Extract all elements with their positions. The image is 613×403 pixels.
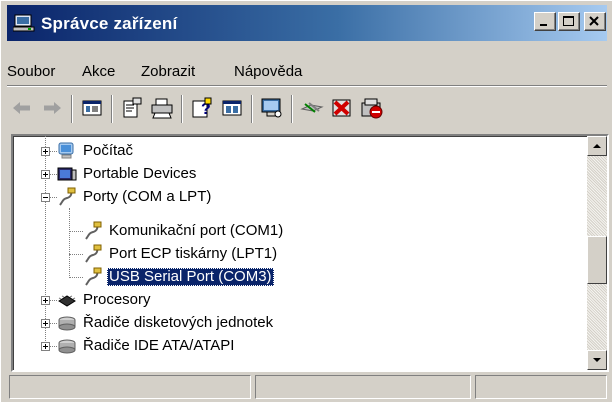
tree-node-label: Procesory — [83, 291, 151, 308]
device-manager-window: Správce zařízení Soubor Akce Zobrazit Ná… — [0, 0, 613, 403]
tree-connector — [49, 197, 57, 198]
toolbar-separator — [251, 95, 253, 123]
menu-bar: Soubor Akce Zobrazit Nápověda — [7, 53, 607, 81]
menu-zobrazit[interactable]: Zobrazit — [141, 63, 195, 80]
toolbar-separator — [111, 95, 113, 123]
status-bar — [9, 375, 609, 399]
tree-node-label: USB Serial Port (COM3) — [107, 268, 274, 286]
tree-node-label: Řadiče disketových jednotek — [83, 314, 274, 331]
disk-controller-icon — [58, 339, 76, 354]
back-icon[interactable] — [9, 95, 35, 121]
port-icon — [85, 267, 102, 286]
tree-connector — [49, 300, 57, 301]
window-title: Správce zařízení — [41, 14, 178, 33]
help-icon[interactable]: ? — [189, 95, 215, 121]
tree-connector — [69, 254, 83, 255]
menu-akce[interactable]: Akce — [82, 63, 115, 80]
toolbar-separator — [181, 95, 183, 123]
menu-soubor[interactable]: Soubor — [7, 63, 55, 80]
tree-node-label: Řadiče IDE ATA/ATAPI — [83, 337, 235, 354]
device-tree[interactable]: Počítač Portable Devices Porty (COM a LP… — [11, 134, 609, 372]
status-pane — [475, 375, 607, 399]
maximize-button[interactable] — [558, 12, 580, 31]
expand-toggle[interactable] — [41, 147, 50, 156]
disable-icon[interactable] — [359, 95, 385, 121]
device-manager-icon — [13, 14, 35, 32]
toolbar-separator — [71, 95, 73, 123]
maximize-icon — [563, 16, 574, 26]
collapse-toggle[interactable] — [41, 193, 50, 202]
scan-icon[interactable] — [259, 95, 285, 121]
print-icon[interactable] — [149, 95, 175, 121]
tree-node-label: Portable Devices — [83, 165, 197, 182]
uninstall-icon[interactable] — [329, 95, 355, 121]
view-icon[interactable] — [79, 95, 105, 121]
toolbar: ? — [7, 89, 607, 129]
portable-devices-icon — [57, 167, 77, 181]
minimize-button[interactable] — [534, 12, 556, 31]
disk-controller-icon — [58, 316, 76, 331]
minimize-icon — [540, 24, 547, 26]
scroll-down-button[interactable] — [587, 350, 607, 370]
properties-icon[interactable] — [119, 95, 145, 121]
close-icon — [589, 16, 599, 26]
processor-icon — [58, 295, 76, 307]
expand-toggle[interactable] — [41, 342, 50, 351]
forward-icon[interactable] — [39, 95, 65, 121]
expand-toggle[interactable] — [41, 319, 50, 328]
arrow-up-icon — [593, 144, 601, 148]
status-pane — [9, 375, 251, 399]
port-icon — [59, 187, 76, 206]
status-pane — [255, 375, 471, 399]
tree-connector — [69, 231, 83, 232]
update-driver-icon[interactable] — [299, 95, 325, 121]
menu-divider — [7, 85, 607, 87]
expand-toggle[interactable] — [41, 296, 50, 305]
tree-connector — [49, 323, 57, 324]
console-icon[interactable] — [219, 95, 245, 121]
tree-connector — [69, 208, 70, 278]
toolbar-separator — [291, 95, 293, 123]
tree-connector — [49, 346, 57, 347]
expand-toggle[interactable] — [41, 170, 50, 179]
tree-connector — [49, 174, 57, 175]
title-bar[interactable]: Správce zařízení — [7, 5, 607, 41]
port-icon — [85, 221, 102, 240]
close-button[interactable] — [584, 12, 606, 31]
scroll-up-button[interactable] — [587, 136, 607, 156]
tree-node-label: Port ECP tiskárny (LPT1) — [109, 245, 278, 262]
tree-connector — [49, 151, 57, 152]
arrow-down-icon — [593, 358, 601, 362]
scrollbar-thumb[interactable] — [587, 236, 607, 284]
menu-napoveda[interactable]: Nápověda — [234, 63, 302, 80]
vertical-scrollbar[interactable] — [587, 136, 607, 370]
tree-node-label: Porty (COM a LPT) — [83, 188, 212, 205]
tree-node-label: Komunikační port (COM1) — [109, 222, 284, 239]
port-icon — [85, 244, 102, 263]
tree-node-label: Počítač — [83, 142, 134, 159]
computer-icon — [58, 142, 74, 159]
tree-connector — [69, 277, 83, 278]
